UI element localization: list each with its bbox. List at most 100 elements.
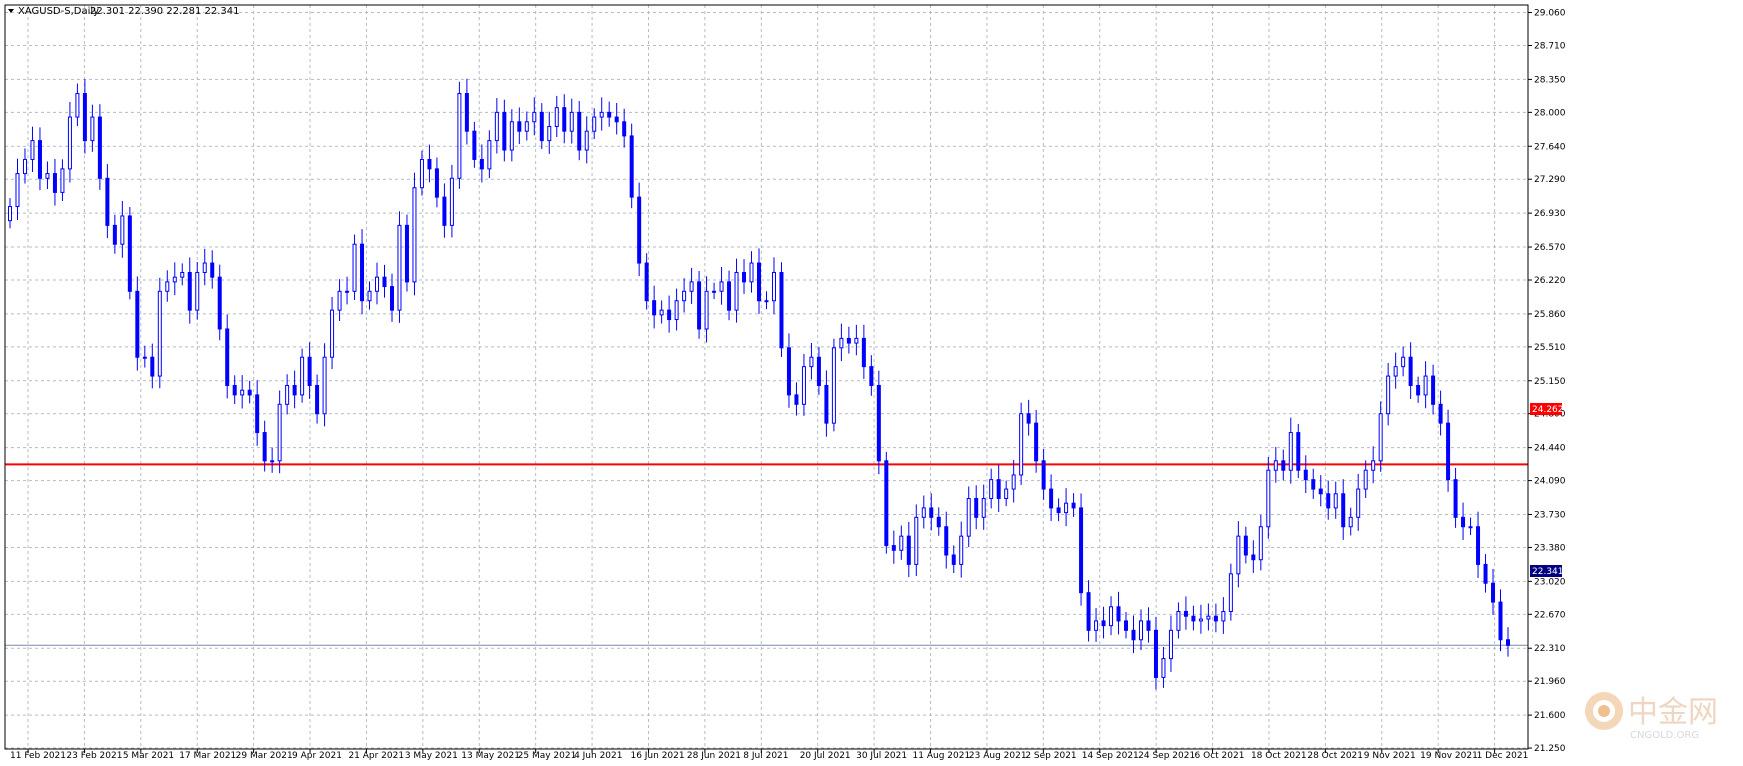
candle-body-up bbox=[367, 290, 372, 302]
candle-body-up bbox=[854, 337, 859, 344]
time-axis[interactable]: 11 Feb 2021 23 Feb 2021 5 Mar 2021 17 Mar 2… bbox=[10, 749, 1528, 761]
candle-body-up bbox=[1221, 611, 1226, 622]
watermark-text: 中金网 bbox=[1628, 695, 1718, 730]
candle-body-down bbox=[1318, 488, 1323, 495]
candle-body-up bbox=[712, 290, 717, 293]
candle-body-up bbox=[1236, 535, 1241, 575]
candle-body-up bbox=[1468, 526, 1473, 529]
candle-body-down bbox=[861, 337, 866, 368]
candle-body-up bbox=[285, 384, 290, 405]
candle-body-down bbox=[225, 328, 230, 386]
candle-body-up bbox=[659, 309, 664, 316]
candle-body-up bbox=[1168, 629, 1173, 660]
candle-body-up bbox=[494, 111, 499, 142]
candle-body-up bbox=[195, 271, 200, 311]
candle-body-down bbox=[1498, 601, 1503, 641]
candle bbox=[629, 123, 634, 209]
candle-body-down bbox=[247, 389, 252, 396]
candle-body-down bbox=[667, 309, 672, 321]
x-tick-label: 23 Feb 2021 bbox=[66, 751, 122, 761]
candle-body-down bbox=[644, 262, 649, 302]
candle-body-up bbox=[584, 130, 589, 151]
chart-svg[interactable]: 中金网 CNGOLD.ORG 29.060 28.710 28.350 28.000 2… bbox=[0, 0, 1743, 762]
candle-body-down bbox=[105, 177, 110, 226]
y-tick-label: 28.000 bbox=[1534, 108, 1566, 118]
y-tick-label: 22.670 bbox=[1534, 610, 1566, 620]
candle-body-up bbox=[1019, 413, 1024, 476]
candle-body-down bbox=[539, 111, 544, 142]
candle-body-down bbox=[1251, 554, 1256, 561]
candle-body-down bbox=[82, 93, 87, 142]
candle-body-down bbox=[816, 356, 821, 386]
y-tick-label: 27.640 bbox=[1534, 142, 1566, 152]
candle-body-down bbox=[1506, 639, 1510, 646]
candle-body-up bbox=[8, 206, 12, 222]
candle-body-down bbox=[607, 111, 612, 118]
candle-body-down bbox=[779, 271, 784, 349]
candle-body-down bbox=[891, 545, 896, 551]
candle-body-down bbox=[1461, 516, 1466, 528]
current-price-tag: 22.341 bbox=[1530, 565, 1564, 577]
candle-body-up bbox=[1258, 526, 1263, 561]
y-tick-label: 21.960 bbox=[1534, 677, 1566, 687]
candle-body-down bbox=[52, 173, 57, 193]
candle bbox=[157, 277, 162, 389]
candle-body-up bbox=[1333, 493, 1338, 509]
candle-body-up bbox=[682, 290, 687, 302]
price-chart[interactable]: 中金网 CNGOLD.ORG 29.060 28.710 28.350 28.000 2… bbox=[0, 0, 1743, 762]
candle-body-up bbox=[1378, 413, 1383, 462]
y-tick-label: 21.600 bbox=[1534, 711, 1566, 721]
y-tick-label: 23.730 bbox=[1534, 510, 1566, 520]
candle-body-up bbox=[1176, 611, 1181, 631]
candle-body-down bbox=[1438, 403, 1443, 424]
candle bbox=[831, 338, 836, 432]
candle-body-up bbox=[352, 243, 357, 292]
candle-body-up bbox=[921, 507, 926, 518]
x-tick-label: 18 Oct 2021 bbox=[1251, 751, 1307, 761]
candle-body-down bbox=[637, 196, 642, 264]
candle-body-down bbox=[135, 290, 140, 358]
candle-body-down bbox=[434, 168, 439, 198]
candle-body-up bbox=[60, 168, 65, 193]
candle-body-up bbox=[734, 271, 739, 311]
candle-body-down bbox=[1086, 592, 1091, 631]
candle-body-up bbox=[157, 290, 162, 377]
candle-body-up bbox=[1266, 469, 1271, 528]
candle-body-down bbox=[382, 276, 387, 288]
candle-body-down bbox=[1341, 493, 1346, 528]
candle-body-up bbox=[764, 300, 769, 303]
candle-body-up bbox=[1138, 620, 1143, 641]
candle-body-down bbox=[614, 116, 619, 123]
candle-body-down bbox=[929, 507, 934, 518]
x-tick-label: 21 Apr 2021 bbox=[348, 751, 404, 761]
y-tick-label: 27.290 bbox=[1534, 175, 1566, 185]
candle-body-up bbox=[719, 281, 724, 292]
candle-body-up bbox=[569, 111, 574, 132]
candle-body-up bbox=[966, 497, 971, 537]
x-tick-label: 23 Aug 2021 bbox=[969, 751, 1027, 761]
candle-body-down bbox=[427, 158, 432, 170]
candle-body-up bbox=[240, 389, 245, 396]
candle-body-up bbox=[771, 271, 776, 302]
y-tick-label: 25.150 bbox=[1534, 377, 1566, 387]
zhongjin-logo-core bbox=[1598, 705, 1610, 717]
candle-body-down bbox=[906, 535, 911, 565]
candle-body-up bbox=[1401, 356, 1406, 368]
candle-body-up bbox=[509, 121, 514, 151]
candle-body-down bbox=[502, 111, 507, 151]
candle-body-down bbox=[315, 384, 320, 415]
candle bbox=[397, 211, 402, 323]
candle-body-down bbox=[1483, 563, 1488, 584]
candle-body-down bbox=[472, 130, 477, 160]
y-tick-label: 28.350 bbox=[1534, 75, 1566, 85]
y-tick-label: 26.930 bbox=[1534, 209, 1566, 219]
candle-body-down bbox=[1243, 535, 1248, 556]
x-tick-label: 9 Apr 2021 bbox=[292, 751, 342, 761]
candle-body-down bbox=[944, 526, 949, 556]
x-tick-label: 30 Jul 2021 bbox=[856, 751, 907, 761]
candle-body-down bbox=[1446, 422, 1451, 481]
candle-body-up bbox=[90, 116, 95, 142]
candle-body-down bbox=[255, 394, 260, 434]
candle-body-down bbox=[127, 215, 132, 292]
candle-body-down bbox=[232, 384, 237, 396]
